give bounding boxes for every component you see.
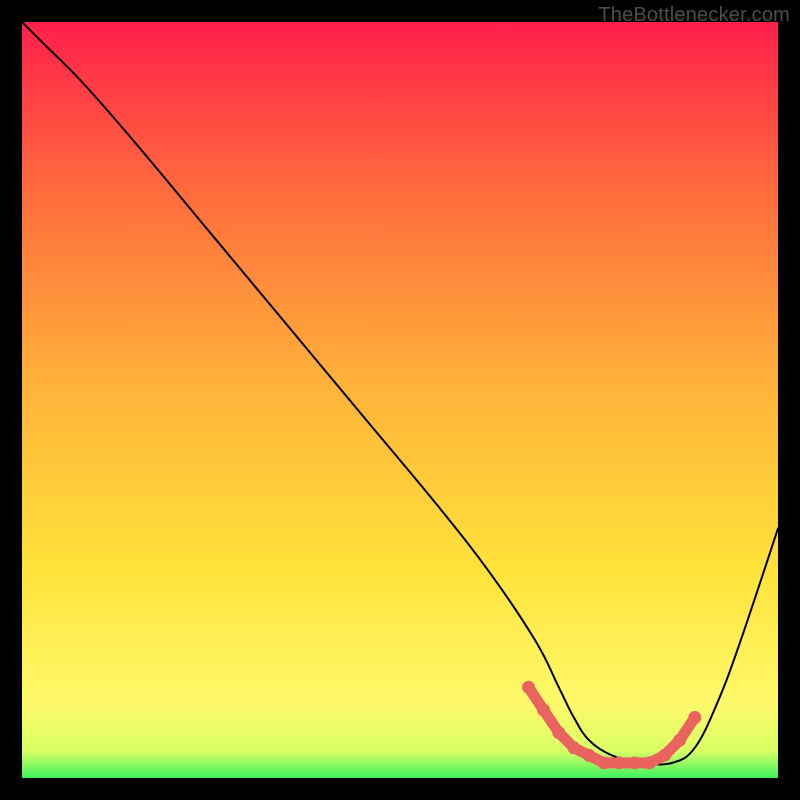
gradient-background bbox=[22, 22, 778, 778]
optimal-range-marker bbox=[658, 749, 671, 762]
optimal-range-marker bbox=[613, 756, 626, 769]
optimal-range-marker bbox=[643, 756, 656, 769]
chart-svg bbox=[22, 22, 778, 778]
chart-plot-area bbox=[22, 22, 778, 778]
optimal-range-marker bbox=[688, 711, 701, 724]
optimal-range-marker bbox=[537, 704, 550, 717]
optimal-range-marker bbox=[583, 749, 596, 762]
optimal-range-marker bbox=[673, 734, 686, 747]
chart-frame: TheBottleneсker.com bbox=[0, 0, 800, 800]
optimal-range-marker bbox=[598, 756, 611, 769]
optimal-range-marker bbox=[628, 756, 641, 769]
optimal-range-marker bbox=[567, 741, 580, 754]
optimal-range-marker bbox=[552, 726, 565, 739]
optimal-range-marker bbox=[522, 681, 535, 694]
